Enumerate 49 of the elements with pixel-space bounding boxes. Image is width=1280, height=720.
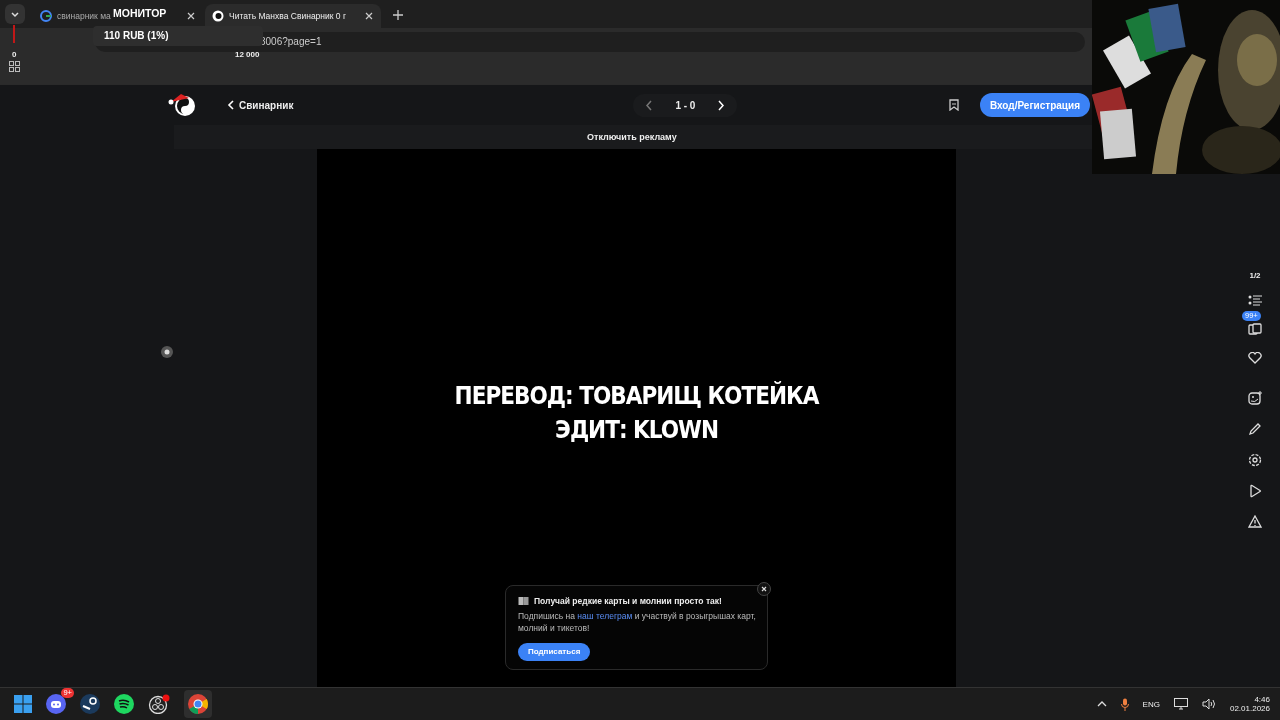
chevron-down-icon [10,9,20,19]
warning-icon[interactable] [1248,515,1262,528]
popup-title: Получай редкие карты и молнии просто так! [534,596,722,606]
microphone-icon[interactable] [1120,697,1129,711]
settings-icon[interactable] [1248,453,1262,467]
donation-tooltip: 110 RUB (1%) [93,26,263,46]
network-icon[interactable] [1173,698,1188,710]
goal-max: 12 000 [235,50,260,59]
previous-icon[interactable] [645,99,654,111]
grid-icon [9,61,20,72]
overlay-title: МОНИТОР [113,7,167,19]
login-button[interactable]: Вход/Регистрация [979,93,1090,117]
speaker-icon[interactable] [1201,698,1216,710]
heart-icon[interactable] [1248,352,1262,364]
subscribe-button[interactable]: Подписаться [518,642,591,661]
tab-list-button[interactable] [5,4,25,24]
goal-min: 0 [12,50,17,59]
cards-icon[interactable] [1248,323,1262,335]
spotify-icon[interactable] [114,694,134,714]
credit-line: ЭДИТ: KLOWN [555,416,718,444]
disable-ads-link[interactable]: Отключить рекламу [587,132,677,142]
credit-line: ПЕРЕВОД: ТОВАРИЩ КОТЕЙКА [454,382,819,410]
list-icon[interactable] [1248,294,1262,306]
telegram-link[interactable]: наш телеграм [577,611,633,621]
discord-icon[interactable] [46,694,66,714]
site-icon [212,10,224,22]
chrome-icon[interactable] [188,694,208,714]
language-indicator[interactable]: ENG [1142,699,1160,709]
bookmark-icon[interactable] [947,99,960,111]
steam-icon[interactable] [80,694,100,714]
close-icon[interactable] [757,582,771,596]
next-icon[interactable] [717,99,726,111]
clock-date[interactable]: 02.01.2026 [1229,704,1270,713]
windows-start-icon[interactable] [14,695,32,713]
pencil-icon[interactable] [1248,422,1262,436]
cards-icon [518,596,529,606]
chapter-number: 1 - 0 [675,99,696,111]
image-edit-icon[interactable] [1248,391,1262,405]
obs-icon[interactable] [148,694,170,714]
chevron-up-icon[interactable] [1096,700,1107,708]
play-icon[interactable] [1248,484,1262,498]
browser-tab[interactable]: свинарник ма [33,4,113,28]
page-counter: 1/2 [1249,271,1261,280]
chevron-left-icon [227,100,234,110]
popup-text: Подпишись на наш телеграм и участвуй в розыгрышах карт, молний и тикетов! [518,610,757,634]
clock-time[interactable]: 4:46 [1254,695,1270,704]
new-tab-icon[interactable] [393,10,403,20]
google-icon [40,10,52,22]
back-link[interactable]: Свинарник [227,99,294,111]
